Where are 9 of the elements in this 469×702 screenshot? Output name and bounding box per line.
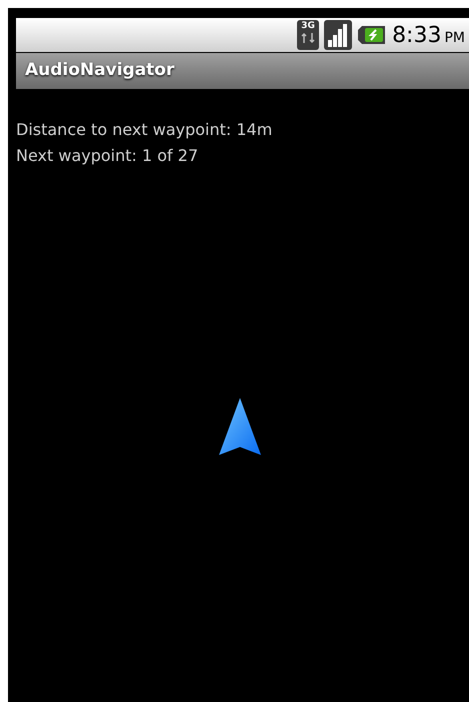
window-title: AudioNavigator [25,59,174,82]
battery-icon [357,25,388,45]
info-text: Distance to next waypoint: 14m [16,119,274,141]
signal-icon [324,20,352,50]
clock-meridiem: PM [444,28,465,48]
network-icon: 3G [297,20,320,50]
clock: 8:33 PM [392,22,465,50]
info-text: Next waypoint: 1 of 27 [16,145,200,167]
navigation-arrow-icon [217,397,263,457]
